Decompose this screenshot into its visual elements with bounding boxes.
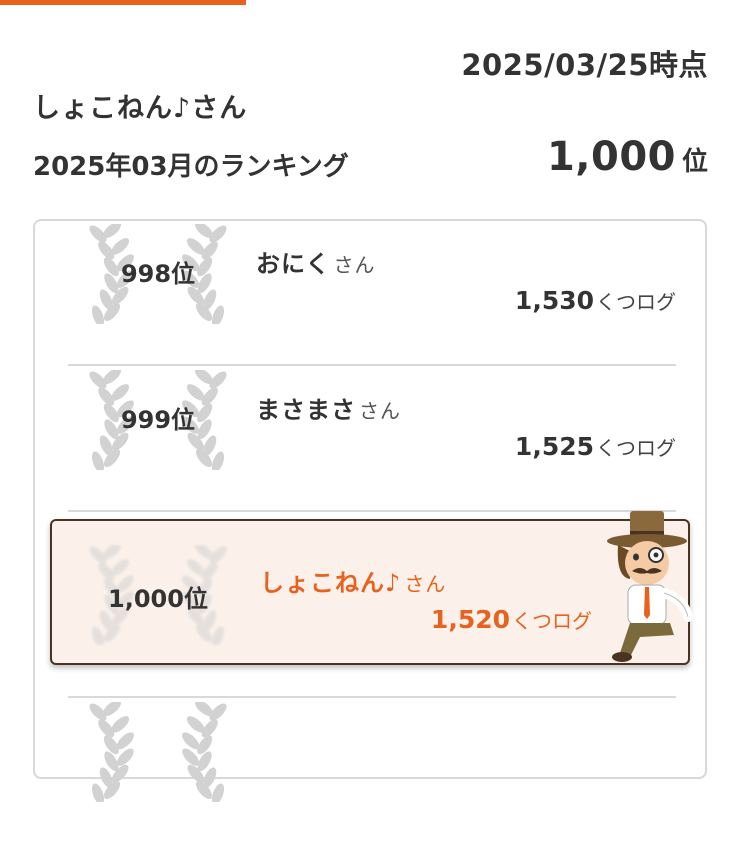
my-ranking-card[interactable]: 1,000位 しょこねん♪ さん 1,520 くつログ [50, 511, 693, 665]
ranking-date: 2025/03/25時点 [461, 48, 708, 82]
ranking-user-name: しょこねん♪ さん [260, 563, 446, 598]
score-value: 1,530 [514, 286, 594, 315]
name-text: まさまさ [256, 396, 356, 424]
active-tab-indicator [0, 0, 246, 5]
rank-label: 998位 [120, 260, 196, 288]
name-text: おにく [256, 250, 331, 278]
my-rank-unit: 位 [681, 147, 708, 177]
ranking-score: 1,530 くつログ [515, 286, 676, 315]
honorific: さん [404, 572, 447, 596]
my-rank-value: 1,000 [546, 134, 676, 180]
honorific: さん [333, 253, 376, 277]
rank-label: 999位 [120, 406, 196, 434]
ranking-score: 1,525 くつログ [515, 432, 676, 461]
user-name: しょこねん♪さん [33, 93, 248, 124]
ranking-list[interactable]: 998位 おにく さん 1,530 くつログ 999位 まさまさ さん 1,525 くつ… [33, 219, 707, 802]
rank-label: 1,000位 [108, 585, 208, 613]
laurel-wreath-icon [68, 702, 248, 802]
ranking-title: 2025年03月のランキング [33, 152, 349, 182]
my-rank: 1,000 位 [547, 134, 708, 180]
score-value: 1,520 [430, 605, 510, 634]
detective-mascot-icon [607, 511, 693, 662]
name-text: しょこねん♪ [260, 569, 402, 597]
ranking-row[interactable] [68, 698, 676, 844]
score-unit: くつログ [596, 290, 676, 314]
ranking-user-name: まさまさ さん [256, 390, 401, 425]
ranking-row[interactable]: 999位 まさまさ さん 1,525 くつログ [68, 366, 676, 512]
score-unit: くつログ [512, 609, 592, 633]
score-unit: くつログ [596, 436, 676, 460]
honorific: さん [359, 399, 401, 423]
score-value: 1,525 [514, 432, 594, 461]
ranking-score: 1,520 くつログ [431, 605, 592, 634]
ranking-row[interactable]: 998位 おにく さん 1,530 くつログ [68, 220, 676, 366]
ranking-user-name: おにく さん [256, 244, 376, 279]
